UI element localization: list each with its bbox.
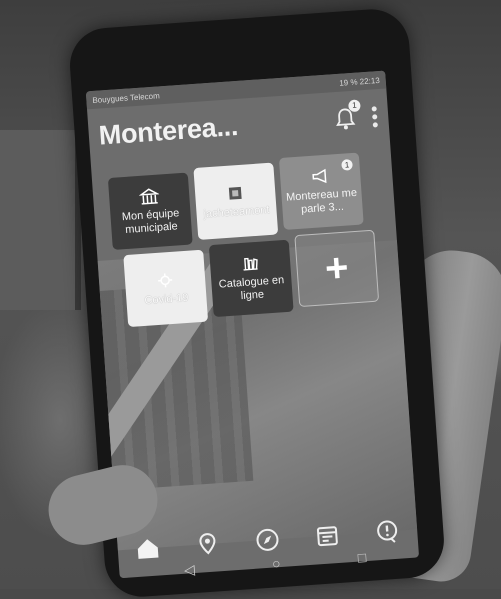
notification-bell-icon[interactable]: 1 bbox=[333, 99, 361, 131]
tile-mon-equipe[interactable]: Mon équipe municipale bbox=[107, 172, 193, 250]
home-button[interactable]: ○ bbox=[272, 555, 282, 572]
add-tile-button[interactable]: + bbox=[294, 229, 380, 308]
background-window bbox=[0, 130, 81, 310]
tile-montereau-me-parle[interactable]: 1 Montereau me parle 3... bbox=[278, 152, 364, 230]
calendar-icon[interactable] bbox=[313, 522, 341, 550]
virus-icon bbox=[158, 272, 173, 287]
shop-icon bbox=[228, 186, 242, 200]
notification-badge: 1 bbox=[348, 99, 361, 113]
more-options-icon[interactable] bbox=[371, 105, 378, 128]
megaphone-icon bbox=[312, 168, 327, 184]
books-icon bbox=[243, 257, 258, 271]
app-title: Monterea... bbox=[97, 110, 239, 151]
tile-covid[interactable]: Covid-19 bbox=[123, 249, 209, 328]
status-right: 19 % 22:13 bbox=[339, 75, 380, 87]
map-pin-icon[interactable] bbox=[194, 530, 222, 558]
battery-level: 19 % bbox=[338, 76, 358, 88]
tile-label: jacheteamont bbox=[203, 203, 270, 221]
tile-label: Mon équipe municipale bbox=[121, 207, 180, 237]
tile-label: Montereau me parle 3... bbox=[285, 186, 358, 216]
tile-label: Covid-19 bbox=[144, 291, 189, 307]
recents-button[interactable]: □ bbox=[357, 549, 367, 566]
tile-catalogue[interactable]: Catalogue en ligne bbox=[208, 239, 294, 318]
tile-badge: 1 bbox=[341, 159, 353, 171]
tile-jacheteamont[interactable]: jacheteamont bbox=[193, 162, 279, 240]
compass-icon[interactable] bbox=[254, 526, 282, 554]
tile-label: Catalogue en ligne bbox=[218, 274, 285, 303]
plus-icon: + bbox=[323, 245, 350, 292]
home-icon[interactable] bbox=[134, 534, 162, 562]
back-button[interactable]: ◁ bbox=[183, 561, 195, 579]
clock-time: 22:13 bbox=[359, 75, 381, 86]
town-hall-icon bbox=[138, 188, 160, 205]
alert-icon[interactable] bbox=[373, 518, 401, 546]
carrier-name: Bouygues Telecom bbox=[92, 90, 160, 105]
